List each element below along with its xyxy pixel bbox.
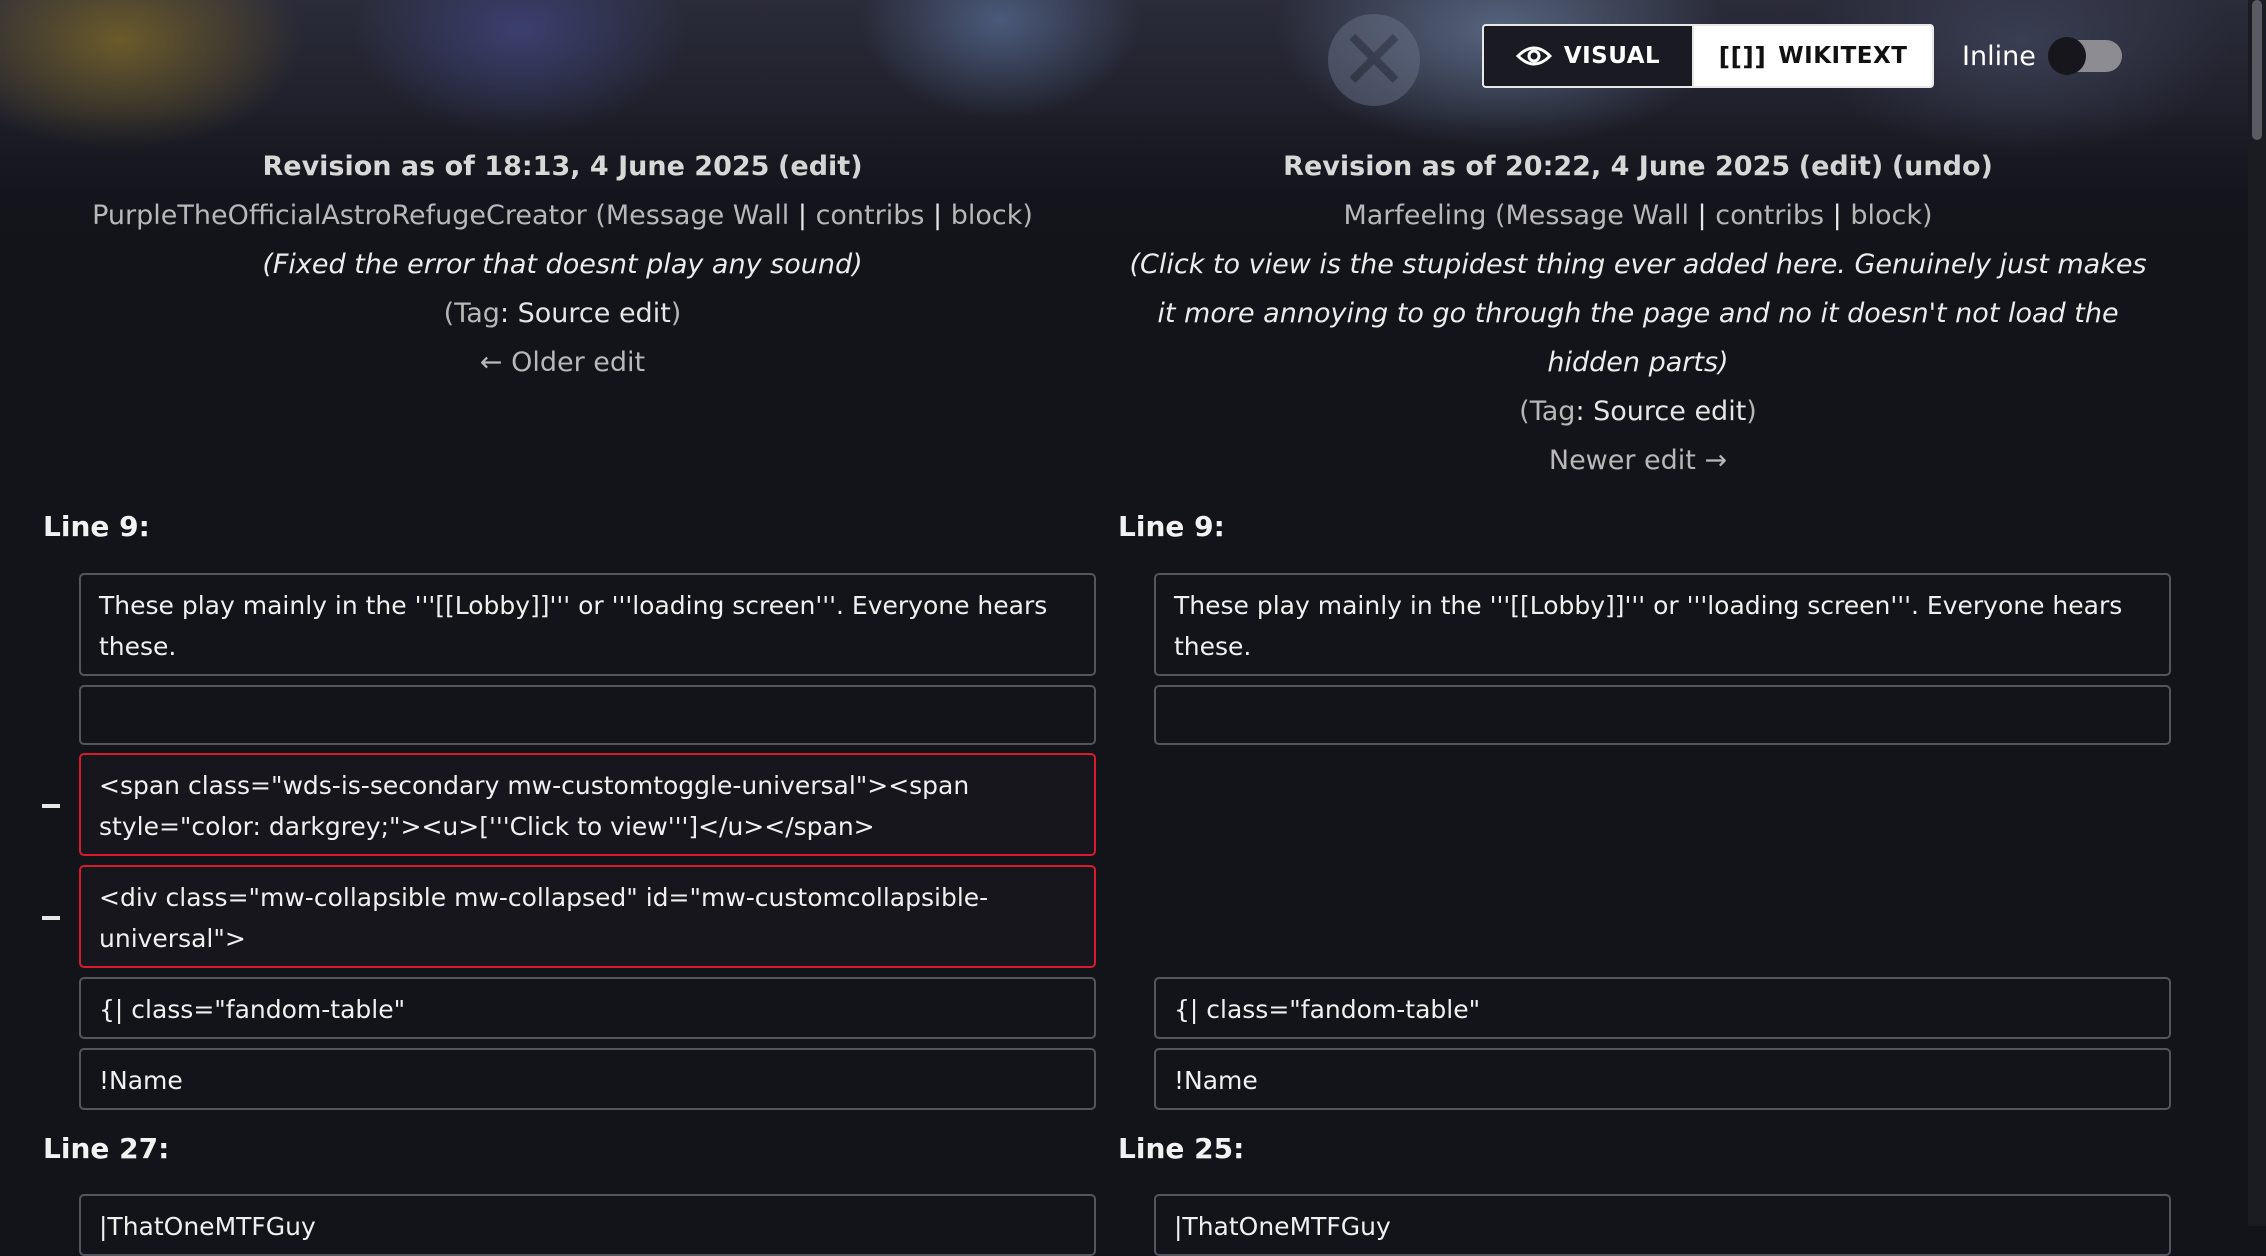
left-tag-value: Source edit (517, 298, 671, 329)
right-line-header-2: Line 25: (1118, 1132, 1245, 1165)
left-context-line: |ThatOneMTFGuy (79, 1194, 1096, 1256)
inline-toggle[interactable]: Inline (1962, 37, 2122, 75)
inline-toggle-label: Inline (1962, 40, 2036, 72)
removed-line: <span class="wds-is-secondary mw-customt… (79, 753, 1096, 856)
right-edit-link[interactable]: (edit) (1799, 151, 1883, 182)
right-line-header: Line 9: (1118, 510, 1225, 543)
visual-mode-label: VISUAL (1563, 43, 1661, 69)
brackets-icon: [[]] (1718, 41, 1767, 71)
left-block-link[interactable]: block (951, 200, 1023, 231)
older-edit-link[interactable]: ← Older edit (480, 347, 645, 378)
right-context-line: !Name (1154, 1048, 2171, 1110)
newer-edit-link[interactable]: Newer edit → (1549, 445, 1727, 476)
right-tag-value: Source edit (1593, 396, 1747, 427)
left-revision-title: Revision as of 18:13, 4 June 2025 (262, 151, 770, 182)
right-block-link[interactable]: block (1850, 200, 1922, 231)
left-user-link[interactable]: PurpleTheOfficialAstroRefugeCreator (92, 200, 587, 231)
right-tag-label[interactable]: Tag (1530, 396, 1576, 427)
eye-icon (1515, 46, 1552, 66)
right-revision-info: Revision as of 20:22, 4 June 2025 (edit)… (1120, 142, 2156, 485)
right-user-link[interactable]: Marfeeling (1343, 200, 1486, 231)
wikitext-mode-label: WIKITEXT (1778, 43, 1908, 69)
right-context-empty-line (1154, 685, 2171, 745)
left-message-wall-link[interactable]: Message Wall (606, 200, 789, 231)
left-edit-link[interactable]: (edit) (778, 151, 862, 182)
left-edit-summary: (Fixed the error that doesnt play any so… (262, 249, 863, 280)
inline-switch[interactable] (2047, 37, 2122, 75)
close-emblem-icon: ✕ (1328, 14, 1420, 106)
left-line-header: Line 9: (43, 510, 150, 543)
inline-switch-knob[interactable] (2047, 37, 2086, 75)
right-edit-summary: (Click to view is the stupidest thing ev… (1129, 249, 2147, 378)
scrollbar-thumb[interactable] (2252, 0, 2262, 140)
removed-line-marker (42, 804, 60, 808)
right-context-line: |ThatOneMTFGuy (1154, 1194, 2171, 1256)
left-revision-info: Revision as of 18:13, 4 June 2025 (edit)… (60, 142, 1065, 387)
right-revision-title: Revision as of 20:22, 4 June 2025 (1283, 151, 1791, 182)
right-undo-link[interactable]: (undo) (1892, 151, 1993, 182)
left-context-line: These play mainly in the '''[[Lobby]]'''… (79, 573, 1096, 676)
right-context-line: These play mainly in the '''[[Lobby]]'''… (1154, 573, 2171, 676)
diff-view-toolbar: VISUAL [[]] WIKITEXT Inline (1482, 24, 2122, 88)
right-contribs-link[interactable]: contribs (1715, 200, 1824, 231)
removed-line: <div class="mw-collapsible mw-collapsed"… (79, 865, 1096, 968)
removed-line-marker (42, 916, 60, 920)
wikitext-mode-button[interactable]: [[]] WIKITEXT (1692, 24, 1934, 88)
right-message-wall-link[interactable]: Message Wall (1506, 200, 1689, 231)
left-context-empty-line (79, 685, 1096, 745)
left-line-header-2: Line 27: (43, 1132, 170, 1165)
visual-mode-button[interactable]: VISUAL (1482, 24, 1692, 88)
left-context-line: !Name (79, 1048, 1096, 1110)
right-context-line: {| class="fandom-table" (1154, 977, 2171, 1039)
left-tag-label[interactable]: Tag (454, 298, 500, 329)
page-scrollbar[interactable] (2248, 0, 2266, 1226)
left-contribs-link[interactable]: contribs (816, 200, 925, 231)
left-context-line: {| class="fandom-table" (79, 977, 1096, 1039)
